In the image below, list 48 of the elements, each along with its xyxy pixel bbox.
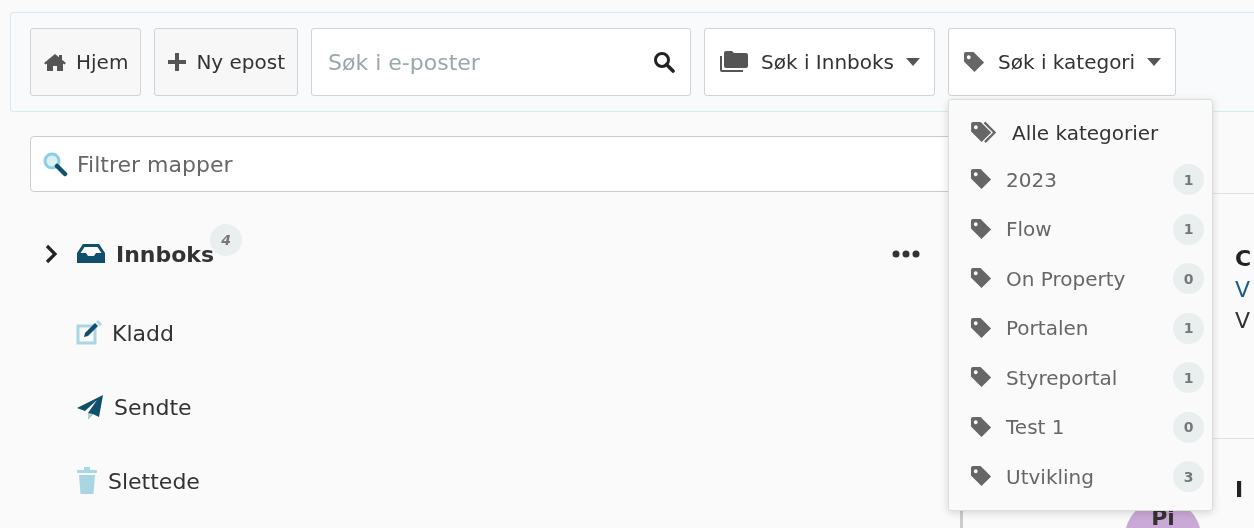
count-badge: 1 — [1173, 362, 1204, 394]
tag-icon — [970, 168, 993, 192]
inbox-icon — [76, 243, 106, 265]
search-field[interactable]: Søk i e-poster — [311, 28, 692, 96]
count-badge: 0 — [1173, 411, 1204, 443]
category-menu-item[interactable]: Alle kategorier — [949, 110, 1212, 155]
category-menu-item[interactable]: Portalen 1 — [949, 303, 1212, 353]
more-icon[interactable] — [892, 250, 920, 258]
category-dropdown[interactable]: Søk i kategori — [948, 28, 1177, 96]
message-sender: V — [1235, 277, 1251, 302]
category-menu-item[interactable]: Test 1 0 — [949, 402, 1212, 452]
tags-icon — [970, 121, 999, 144]
message-preview: V — [1235, 308, 1251, 333]
trash-icon — [76, 467, 98, 495]
folder-item[interactable]: Sendte — [114, 394, 192, 420]
tag-icon — [970, 316, 993, 340]
search-icon — [42, 151, 68, 177]
count-badge: 1 — [1173, 213, 1204, 245]
count-badge: 0 — [1173, 263, 1204, 295]
category-menu-item[interactable]: Utvikling 3 — [949, 452, 1212, 502]
plus-icon — [167, 52, 188, 72]
count-badge: 1 — [1173, 312, 1204, 344]
tag-icon — [970, 415, 993, 439]
category-menu-item[interactable]: On Property 0 — [949, 254, 1212, 304]
new-email-button[interactable]: Ny epost — [154, 28, 299, 96]
folder-dropdown[interactable]: Søk i Innboks — [704, 28, 935, 96]
folder-item[interactable]: Slettede — [108, 468, 200, 494]
caret-icon — [1147, 58, 1162, 66]
tag-icon — [970, 267, 993, 291]
caret-icon — [906, 58, 920, 66]
edit-icon — [76, 320, 102, 346]
tag-icon — [970, 465, 993, 489]
category-menu-item[interactable]: 2023 1 — [949, 155, 1212, 205]
folders-icon — [719, 50, 750, 74]
tag-icon — [963, 50, 986, 74]
message-subject: I — [1235, 477, 1244, 502]
category-menu-item[interactable]: Styreportal 1 — [949, 353, 1212, 403]
folder-item[interactable]: Kladd — [112, 320, 174, 346]
home-icon — [43, 52, 67, 72]
home-button[interactable]: Hjem — [30, 28, 142, 96]
count-badge: 1 — [1173, 164, 1204, 196]
count-badge: 3 — [1173, 461, 1204, 493]
message-subject: C — [1235, 246, 1252, 271]
category-menu-item[interactable]: Flow 1 — [949, 204, 1212, 254]
tag-icon — [970, 217, 993, 241]
search-icon — [653, 51, 676, 73]
tag-icon — [970, 366, 993, 390]
paper-plane-icon — [76, 394, 104, 420]
